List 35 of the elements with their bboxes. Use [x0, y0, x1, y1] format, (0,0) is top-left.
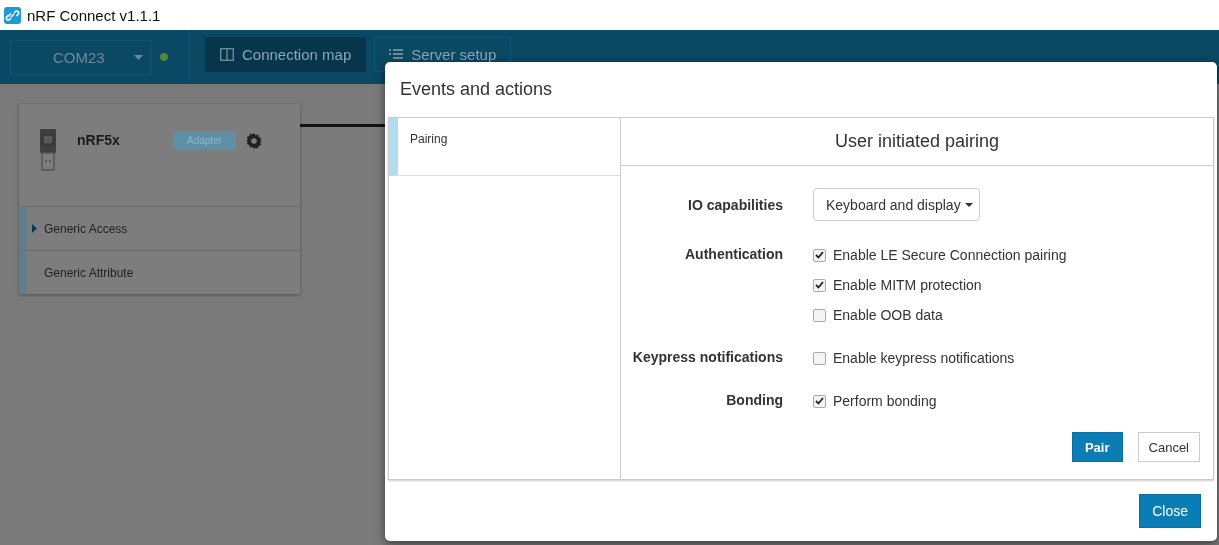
field-label: Authentication — [684, 245, 783, 264]
field-label: Keypress notifications — [631, 348, 783, 367]
checkbox[interactable] — [813, 308, 826, 322]
checkbox-label: Perform bonding — [833, 393, 937, 409]
sidebar-item[interactable]: Pairing — [389, 118, 620, 176]
field-label: Bonding — [725, 391, 783, 410]
checkbox-label: Enable LE Secure Connection pairing — [833, 247, 1067, 263]
cancel-button[interactable]: Cancel — [1137, 432, 1200, 462]
field-label: IO capabilities — [687, 196, 783, 215]
checkbox[interactable] — [813, 351, 826, 365]
nav-tab[interactable]: Connection map — [205, 36, 367, 72]
service-item[interactable]: Generic Access — [19, 206, 300, 250]
checkbox-label: Enable keypress notifications — [833, 350, 1015, 366]
port-dropdown[interactable]: COM23 — [10, 39, 152, 75]
columns-icon — [220, 47, 234, 61]
pair-button[interactable]: Pair — [1071, 432, 1123, 462]
caret-icon — [134, 54, 143, 60]
usb-dongle-icon — [40, 129, 56, 171]
device-name: nRF5x — [77, 132, 121, 148]
window-title: nRF Connect v1.1.1 — [27, 6, 161, 24]
checkbox[interactable] — [813, 278, 826, 292]
checkbox[interactable] — [813, 248, 826, 262]
io-dropdown[interactable]: Keyboard and display — [813, 188, 980, 221]
dialog-title: Events and actions — [399, 78, 554, 101]
list-icon — [389, 48, 404, 60]
close-button[interactable]: Close — [1139, 493, 1201, 528]
checkbox-label: Enable OOB data — [833, 307, 943, 323]
caret-icon — [964, 202, 973, 207]
checkbox[interactable] — [813, 394, 826, 408]
settings-icon[interactable] — [246, 133, 263, 149]
panel-title: User initiated pairing — [621, 118, 1213, 166]
checkbox-label: Enable MITM protection — [833, 277, 982, 293]
service-item[interactable]: Generic Attribute — [19, 250, 300, 294]
link-icon — [4, 6, 21, 24]
expand-icon — [32, 224, 37, 233]
